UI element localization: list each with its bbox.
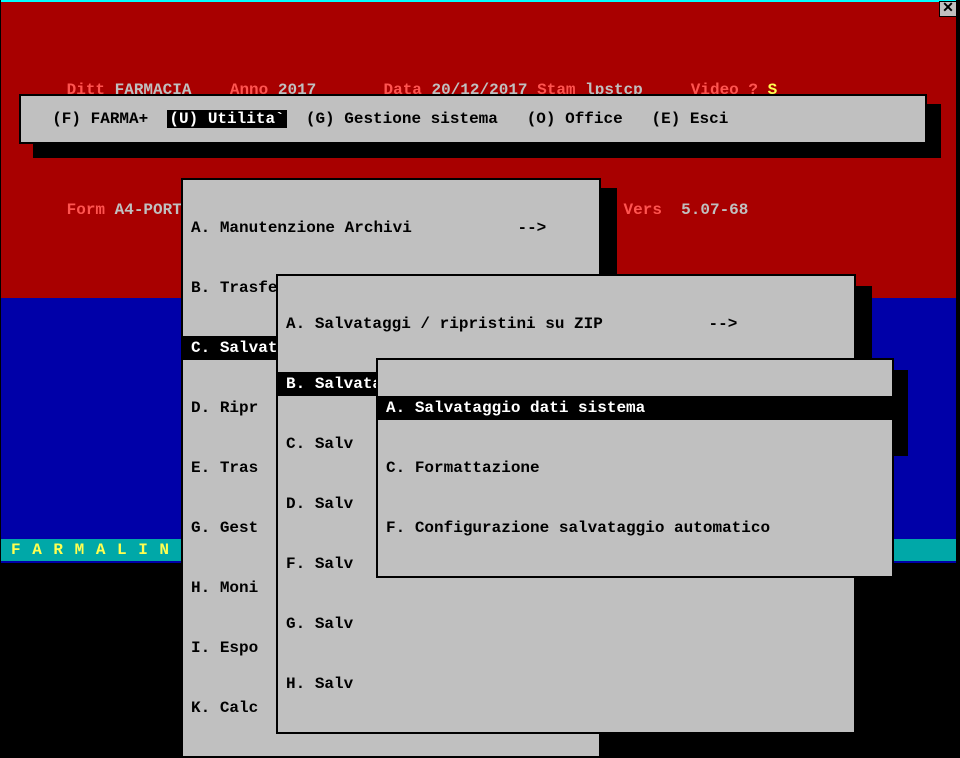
menu-esci[interactable]: (E) Esci: [652, 110, 729, 128]
form-label: Form: [67, 201, 105, 219]
menu-item[interactable]: C. Formattazione: [378, 456, 892, 480]
shadow: [33, 144, 941, 158]
menu-office[interactable]: (O) Office: [527, 110, 623, 128]
menu-item[interactable]: G. Salv: [278, 612, 854, 636]
close-icon[interactable]: ✕: [939, 1, 957, 17]
vers-value: 5.07-68: [681, 201, 748, 219]
menu-item[interactable]: A. Manutenzione Archivi -->: [183, 216, 599, 240]
menu-utilita[interactable]: (U) Utilita`: [167, 110, 286, 128]
terminal-screen: ✕ Ditt FARMACIA Anno 2017 Data 20/12/201…: [1, 0, 956, 583]
menu-item[interactable]: H. Salv: [278, 672, 854, 696]
form-value: A4-PORTR: [115, 201, 192, 219]
main-menubar: (F) FARMA+ (U) Utilita` (G) Gestione sis…: [19, 94, 927, 144]
menu-gestione[interactable]: (G) Gestione sistema: [306, 110, 498, 128]
menu-farma[interactable]: (F) FARMA+: [52, 110, 148, 128]
menu-item-selected[interactable]: A. Salvataggio dati sistema: [378, 396, 892, 420]
vers-label: Vers: [624, 201, 662, 219]
menu-item[interactable]: F. Configurazione salvataggio automatico: [378, 516, 892, 540]
submenu-usb-storage: A. Salvataggio dati sistema C. Formattaz…: [376, 358, 894, 578]
menu-item[interactable]: A. Salvataggi / ripristini su ZIP -->: [278, 312, 854, 336]
